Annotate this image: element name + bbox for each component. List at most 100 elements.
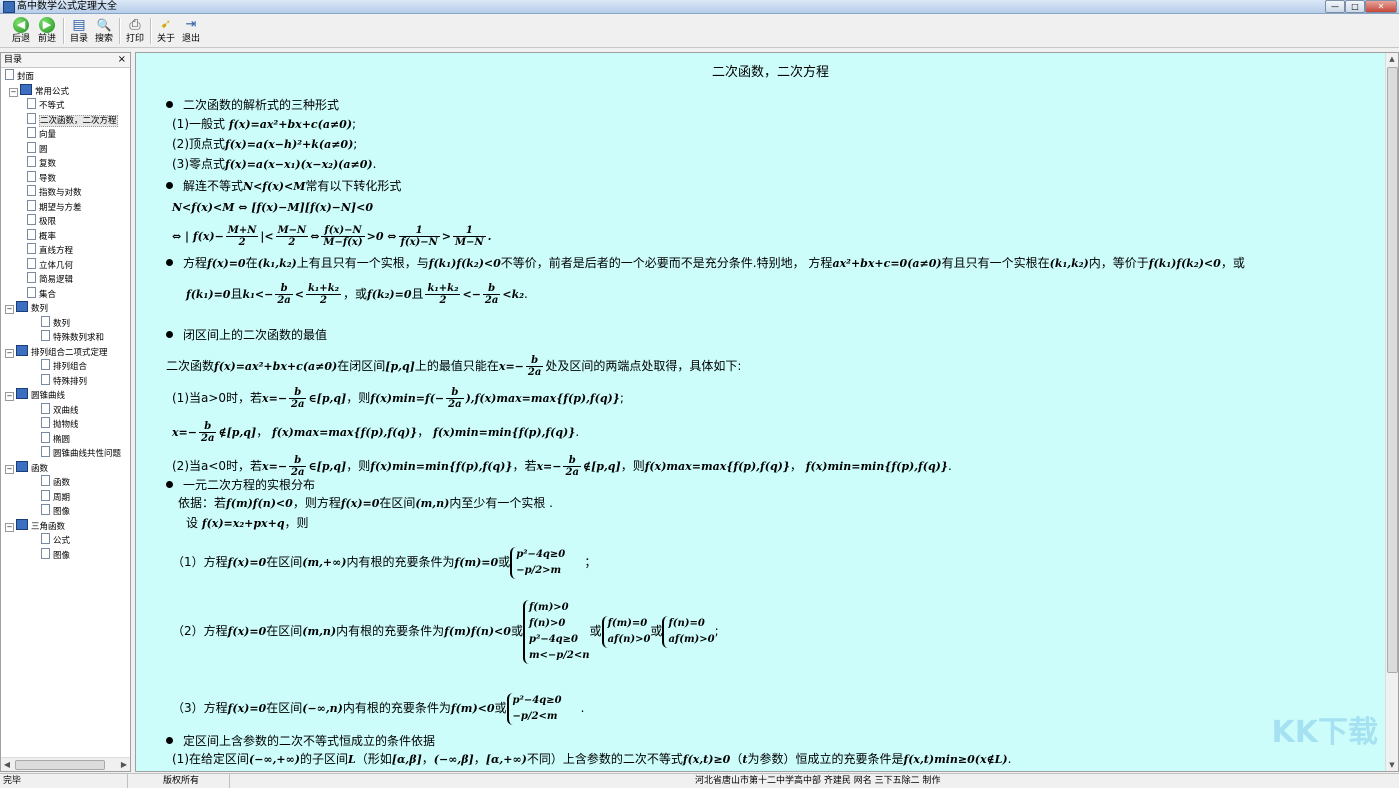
exit-icon: ⇥ — [185, 17, 197, 32]
formula-line: (2)顶点式f(x)=a(x−h)²+k(a≠0); — [172, 137, 358, 151]
tree-item-label: 向量 — [39, 130, 57, 140]
about-button[interactable]: ➹ 关于 — [153, 17, 179, 45]
tree-folder[interactable]: − 函数 — [5, 460, 48, 475]
tree-item[interactable]: 圆 — [27, 141, 48, 156]
forward-button[interactable]: ▶ 前进 — [34, 17, 60, 45]
tree-item[interactable]: 导数 — [27, 170, 56, 185]
collapse-icon[interactable]: − — [5, 392, 14, 401]
collapse-icon[interactable]: − — [5, 464, 14, 474]
exit-button[interactable]: ⇥ 退出 — [178, 17, 204, 45]
tree-item[interactable]: 期望与方差 — [27, 199, 82, 214]
tree-item[interactable]: 周期 — [41, 489, 71, 504]
formula-line: （3）方程f(x)=0在区间(−∞,n)内有根的充要条件为f(m)<0或 p²−4… — [172, 685, 585, 731]
tree-item-label: 公式 — [53, 536, 71, 546]
tree-item[interactable]: 圆锥曲线共性问题 — [41, 446, 121, 460]
tree-item[interactable]: 椭圆 — [41, 431, 70, 446]
tree-folder[interactable]: − 排列组合二项式定理 — [5, 344, 108, 359]
collapse-icon[interactable]: − — [5, 305, 14, 314]
app-icon — [3, 1, 15, 13]
content-vscrollbar[interactable]: ▲ ▼ — [1385, 53, 1398, 771]
formula-line: 二次函数f(x)=ax²+bx+c(a≠0)在闭区间[p,q]上的最值只能在x=… — [166, 355, 742, 378]
bullet-icon — [166, 481, 173, 488]
search-button[interactable]: 🔍 搜索 — [91, 17, 117, 45]
document-icon — [41, 359, 50, 370]
section-paragraph: 方程f(x)=0在(k₁,k₂)上有且只有一个实根，与f(k₁)f(k₂)<0不… — [166, 255, 1245, 272]
tree-item[interactable]: 特殊数列求和 — [41, 330, 104, 344]
tree-item-label: 排列组合 — [53, 362, 88, 372]
tree-item[interactable]: 直线方程 — [27, 243, 73, 257]
tree-item[interactable]: 立体几何 — [27, 257, 73, 272]
sidebar-close-icon[interactable]: × — [118, 53, 126, 67]
contents-button[interactable]: ▤ 目录 — [66, 17, 92, 45]
tree-item[interactable]: 指数与对数 — [27, 185, 82, 199]
book-icon — [16, 388, 28, 399]
collapse-icon[interactable]: − — [9, 87, 18, 97]
tree-item[interactable]: 特殊排列 — [41, 373, 87, 388]
document-icon — [41, 373, 50, 385]
condition-brace: p²−4q≥0 −p/2<m — [506, 692, 562, 725]
document-icon — [27, 98, 36, 109]
tree-folder[interactable]: − 数列 — [5, 301, 48, 315]
tree-item-label: 复数 — [39, 159, 57, 169]
tree-item-label: 不等式 — [39, 101, 65, 111]
formula-line: 依据：若f(m)f(n)<0，则方程f(x)=0在区间(m,n)内至少有一个实根… — [178, 496, 553, 510]
tree-item[interactable]: 复数 — [27, 156, 56, 170]
tree-item-label: 圆 — [39, 144, 48, 155]
tree-item[interactable]: 不等式 — [27, 98, 65, 112]
tree-item[interactable]: 极限 — [27, 214, 56, 228]
document-icon — [27, 112, 36, 124]
tree-item[interactable]: 函数 — [41, 475, 70, 489]
tree-item-label: 简易逻辑 — [39, 275, 74, 285]
tree-folder[interactable]: − 三角函数 — [5, 518, 65, 533]
sidebar-title: 目录 — [4, 55, 23, 65]
tree-item[interactable]: 概率 — [27, 228, 56, 243]
print-button[interactable]: ⎙ 打印 — [122, 17, 148, 45]
collapse-icon[interactable]: − — [5, 348, 14, 358]
document-icon — [27, 185, 36, 196]
tree-item-label: 函数 — [53, 478, 71, 488]
tree-item[interactable]: 集合 — [27, 286, 56, 301]
close-button[interactable]: ✕ — [1365, 0, 1397, 13]
tree-folder[interactable]: − 常用公式 — [9, 83, 69, 98]
tree-item[interactable]: 抛物线 — [41, 417, 79, 431]
tree-item[interactable]: 公式 — [41, 533, 70, 547]
tree-item-label: 二次函数，二次方程 — [39, 114, 118, 127]
formula-line: 设 f(x)=x₂+px+q，则 — [186, 516, 309, 530]
bullet-icon — [166, 182, 173, 189]
tree-item-label: 排列组合二项式定理 — [31, 347, 108, 358]
book-icon — [16, 301, 28, 312]
sidebar-hscrollbar[interactable]: ◀ ▶ — [1, 757, 130, 771]
back-button[interactable]: ◀ 后退 — [8, 17, 34, 45]
section-heading: 解连不等式N<f(x)<M常有以下转化形式 — [166, 178, 401, 195]
tree-item[interactable]: 二次函数，二次方程 — [27, 112, 118, 127]
collapse-icon[interactable]: − — [5, 522, 14, 532]
tree-item[interactable]: 简易逻辑 — [27, 272, 73, 286]
tree-item-label: 周期 — [53, 492, 71, 503]
tree-item[interactable]: 双曲线 — [41, 402, 79, 417]
contents-icon: ▤ — [72, 17, 86, 33]
tree-item[interactable]: 排列组合 — [41, 359, 87, 373]
document-icon — [41, 417, 50, 428]
document-icon — [27, 257, 36, 269]
bullet-icon — [166, 331, 173, 338]
tree-item[interactable]: 向量 — [27, 127, 56, 141]
tree-item[interactable]: 数列 — [41, 315, 70, 330]
printer-icon: ⎙ — [129, 17, 141, 33]
document-icon — [27, 141, 36, 153]
tree-item[interactable]: 封面 — [5, 69, 34, 83]
status-ready: 完毕 — [0, 774, 128, 788]
content-pane: 二次函数，二次方程 二次函数的解析式的三种形式 (1)一般式 f(x)=ax²+… — [135, 52, 1399, 772]
tree-folder[interactable]: − 圆锥曲线 — [5, 388, 65, 402]
maximize-button[interactable]: □ — [1345, 0, 1365, 13]
minimize-button[interactable]: — — [1325, 0, 1345, 13]
condition-brace: f(m)=0 af(n)>0 — [601, 615, 650, 648]
tree-item[interactable]: 图像 — [41, 504, 70, 518]
document-icon — [41, 315, 50, 327]
section-heading: 二次函数的解析式的三种形式 — [166, 97, 339, 113]
formula-line: (1)一般式 f(x)=ax²+bx+c(a≠0); — [172, 117, 357, 131]
document-icon — [27, 228, 36, 240]
document-icon — [5, 69, 14, 80]
tree-item[interactable]: 图像 — [41, 547, 70, 562]
book-icon — [16, 460, 28, 472]
book-icon — [16, 518, 28, 530]
